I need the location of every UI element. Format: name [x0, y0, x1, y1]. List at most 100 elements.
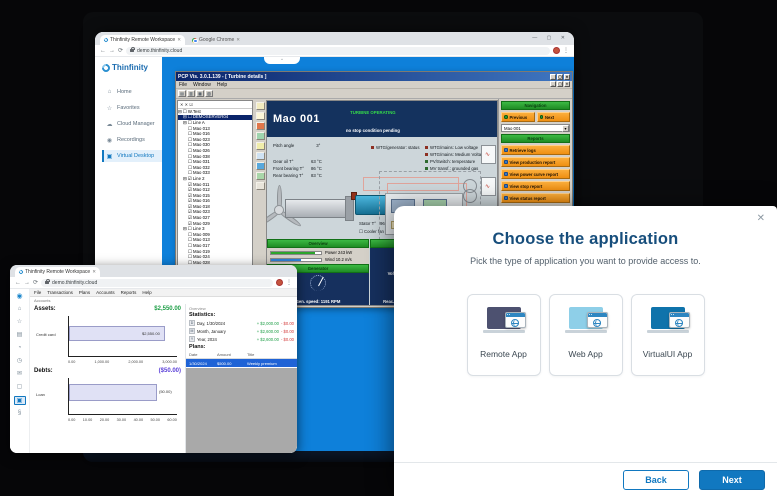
back-icon[interactable]: ←	[15, 280, 21, 286]
forward-icon[interactable]: →	[24, 280, 30, 286]
report-button[interactable]: View status report	[501, 193, 570, 203]
minimize-icon[interactable]: _	[550, 73, 556, 80]
statistics-row[interactable]: D Day, 1/30/2024 + $2,000.00 - $0.00	[186, 319, 297, 327]
sidebar-item[interactable]: ☁ Cloud Manager	[102, 118, 162, 130]
rail-icon[interactable]: ◉	[14, 292, 26, 301]
laptop-base	[646, 330, 689, 333]
report-button[interactable]: View power curve report	[501, 169, 570, 179]
side-tool-button[interactable]	[255, 142, 265, 150]
sidebar-item[interactable]: ⌂ Home	[102, 86, 162, 98]
toolbar-button[interactable]: ▦	[196, 90, 204, 97]
side-tool-button[interactable]	[255, 152, 265, 160]
statistics-row[interactable]: Y Year, 2024 + $2,600.00 - $0.00	[186, 335, 297, 343]
assets-chart: Credit card $2,550.00 0.00 1,000.00 2,000.…	[34, 314, 181, 366]
sidebar-item[interactable]: ▣ Virtual Desktop	[102, 150, 162, 162]
overview-bar-row: Wind 10.2 m/s	[270, 257, 366, 262]
tab-close-icon[interactable]: ✕	[92, 269, 96, 275]
plan-amount: $500.00	[217, 360, 232, 366]
tab-close-icon[interactable]: ✕	[177, 37, 181, 43]
sidebar-item-label: Favorites	[117, 105, 140, 111]
thinfinity-logo-text: Thinfinity	[112, 63, 148, 72]
scada-title-bar[interactable]: PCP Vis. 3.0.1.139 - [ Turbine details ]…	[176, 72, 572, 81]
side-tool-button[interactable]	[255, 182, 265, 190]
previous-button[interactable]: Previous	[501, 112, 535, 122]
accounts-menu-bar: File Transactions Plans Accounts Reports Help	[30, 289, 297, 297]
rail-icon[interactable]: ⌂	[14, 305, 26, 314]
menu-dots-icon[interactable]: ⋮	[563, 47, 569, 54]
accounts-app: File Transactions Plans Accounts Reports Help…	[30, 289, 297, 453]
menu-item[interactable]: Accounts	[96, 290, 115, 295]
report-button[interactable]: View stop report	[501, 181, 570, 191]
side-tool-button[interactable]	[255, 132, 265, 140]
menu-item[interactable]: File	[34, 290, 41, 295]
chevron-down-icon[interactable]: ▼	[562, 124, 569, 132]
report-button[interactable]: Retrieve logs	[501, 145, 570, 155]
globe-icon	[511, 318, 519, 327]
report-button[interactable]: View production report	[501, 157, 570, 167]
rail-icon[interactable]: ◔	[14, 344, 26, 353]
toolbar-button[interactable]: ▤	[178, 90, 186, 97]
url-field[interactable]: demo.thinfinity.cloud	[126, 46, 550, 55]
application-card[interactable]: VirtualUI App	[630, 294, 705, 376]
stat-icon: M	[189, 328, 195, 334]
bar-gauge	[270, 250, 322, 255]
rail-icon[interactable]: ▣	[13, 396, 26, 405]
plans-selected-row[interactable]: 1/30/2024 $500.00 Weekly premium	[186, 359, 297, 367]
turbine-select[interactable]: Mao 001 ▼	[501, 124, 570, 132]
menu-window[interactable]: Window	[193, 82, 211, 88]
restore-icon[interactable]: ▢	[557, 81, 563, 87]
maximize-icon[interactable]: ▢	[557, 73, 563, 80]
menu-help[interactable]: Help	[217, 82, 227, 88]
side-tool-button[interactable]	[255, 122, 265, 130]
desktop-pulldown-tab[interactable]: ⌄	[264, 57, 300, 64]
side-tool-button[interactable]	[255, 102, 265, 110]
sidebar-item[interactable]: ☆ Favorites	[102, 102, 162, 114]
reload-icon[interactable]: ⟳	[33, 279, 38, 286]
navigation-header: Navigation	[501, 101, 570, 110]
profile-avatar[interactable]	[276, 279, 283, 286]
menu-dots-icon[interactable]: ⋮	[286, 279, 292, 286]
window-controls[interactable]: — ▢ ✕	[532, 35, 569, 41]
minimize-icon[interactable]: _	[550, 81, 556, 87]
laptop-icon	[482, 307, 526, 339]
side-tool-button[interactable]	[255, 162, 265, 170]
application-card-label: Web App	[568, 349, 603, 359]
toolbar-button[interactable]: ▥	[187, 90, 195, 97]
next-button[interactable]: Next	[699, 469, 765, 490]
rail-icon[interactable]: ▤	[14, 331, 26, 340]
side-tool-button[interactable]	[255, 172, 265, 180]
forward-icon[interactable]: →	[109, 48, 115, 54]
menu-file[interactable]: File	[179, 82, 187, 88]
statistics-row[interactable]: M Month, January + $2,600.00 - $0.00	[186, 327, 297, 335]
rail-icon[interactable]: ☆	[14, 318, 26, 327]
tab-thinfinity-workspace[interactable]: Thinfinity Remote Workspace ✕	[15, 267, 100, 277]
application-card[interactable]: Remote App	[466, 294, 541, 376]
stat-expense: - $0.00	[280, 336, 294, 342]
profile-avatar[interactable]	[553, 47, 560, 54]
menu-item[interactable]: Transactions	[47, 290, 73, 295]
menu-item[interactable]: Plans	[79, 290, 90, 295]
close-icon[interactable]: ✕	[564, 81, 570, 87]
tab-thinfinity-workspace[interactable]: Thinfinity Remote Workspace ✕	[100, 35, 185, 45]
url-field[interactable]: demo.thinfinity.cloud	[41, 278, 273, 287]
toolbar-button[interactable]: ▧	[205, 90, 213, 97]
rail-icon[interactable]: §	[14, 409, 26, 418]
rail-icon[interactable]: ▢	[14, 383, 26, 392]
next-button[interactable]: Next	[536, 112, 570, 122]
back-icon[interactable]: ←	[100, 48, 106, 54]
rail-icon[interactable]: ◷	[14, 357, 26, 366]
tab-close-icon[interactable]: ✕	[236, 37, 240, 43]
menu-item[interactable]: Help	[142, 290, 151, 295]
application-card[interactable]: Web App	[548, 294, 623, 376]
reload-icon[interactable]: ⟳	[118, 47, 123, 54]
close-icon[interactable]: ✕	[757, 214, 765, 224]
rail-icon[interactable]: ✉	[14, 370, 26, 379]
close-icon[interactable]: ✕	[564, 73, 570, 80]
tab-google-chrome[interactable]: Google Chrome ✕	[188, 35, 244, 45]
application-cards: Remote App Web App VirtualUI App	[394, 294, 777, 376]
back-button[interactable]: Back	[623, 469, 689, 490]
sidebar-item[interactable]: ◉ Recordings	[102, 134, 162, 146]
side-tool-button[interactable]	[255, 112, 265, 120]
tree-toolbar[interactable]: ✕ ✕ ☑	[178, 101, 252, 109]
menu-item[interactable]: Reports	[121, 290, 137, 295]
